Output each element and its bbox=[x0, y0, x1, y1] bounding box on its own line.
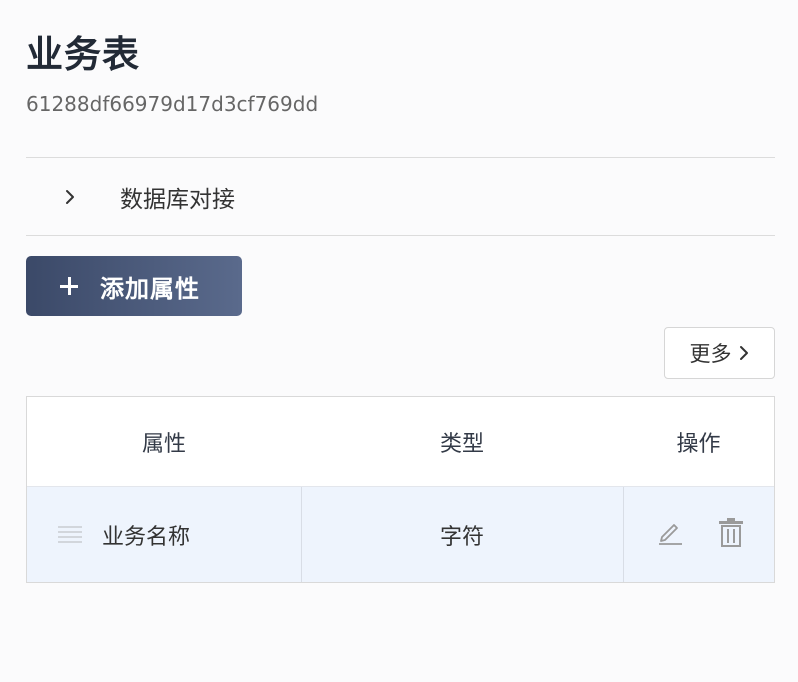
chevron-right-icon bbox=[62, 189, 78, 205]
attribute-name: 业务名称 bbox=[102, 524, 191, 550]
attribute-type: 字符 bbox=[439, 524, 484, 550]
table-header: 属性 类型 操作 bbox=[27, 397, 774, 487]
add-attribute-label: 添加属性 bbox=[100, 274, 200, 303]
edit-icon[interactable] bbox=[655, 517, 685, 547]
add-attribute-button[interactable]: 添加属性 bbox=[26, 256, 242, 316]
column-divider bbox=[623, 487, 624, 582]
table-row: 业务名称 字符 bbox=[27, 487, 774, 582]
table-id: 61288df66979d17d3cf769dd bbox=[26, 92, 319, 116]
divider-bottom bbox=[26, 235, 775, 236]
header-attribute: 属性 bbox=[141, 432, 186, 457]
more-button[interactable]: 更多 bbox=[664, 327, 775, 379]
delete-icon[interactable] bbox=[717, 516, 745, 548]
page: 业务表 61288df66979d17d3cf769dd 数据库对接 添加属性 … bbox=[0, 0, 798, 682]
drag-handle-icon[interactable] bbox=[57, 524, 83, 546]
chevron-right-icon bbox=[738, 345, 750, 361]
collapse-label: 数据库对接 bbox=[120, 186, 235, 213]
more-label: 更多 bbox=[689, 342, 732, 366]
header-type: 类型 bbox=[439, 432, 484, 457]
header-actions: 操作 bbox=[676, 432, 721, 457]
collapse-database-connection[interactable]: 数据库对接 bbox=[26, 158, 775, 235]
page-title: 业务表 bbox=[26, 33, 140, 76]
plus-icon bbox=[60, 277, 78, 295]
attribute-table: 属性 类型 操作 业务名称 字符 bbox=[26, 396, 775, 583]
